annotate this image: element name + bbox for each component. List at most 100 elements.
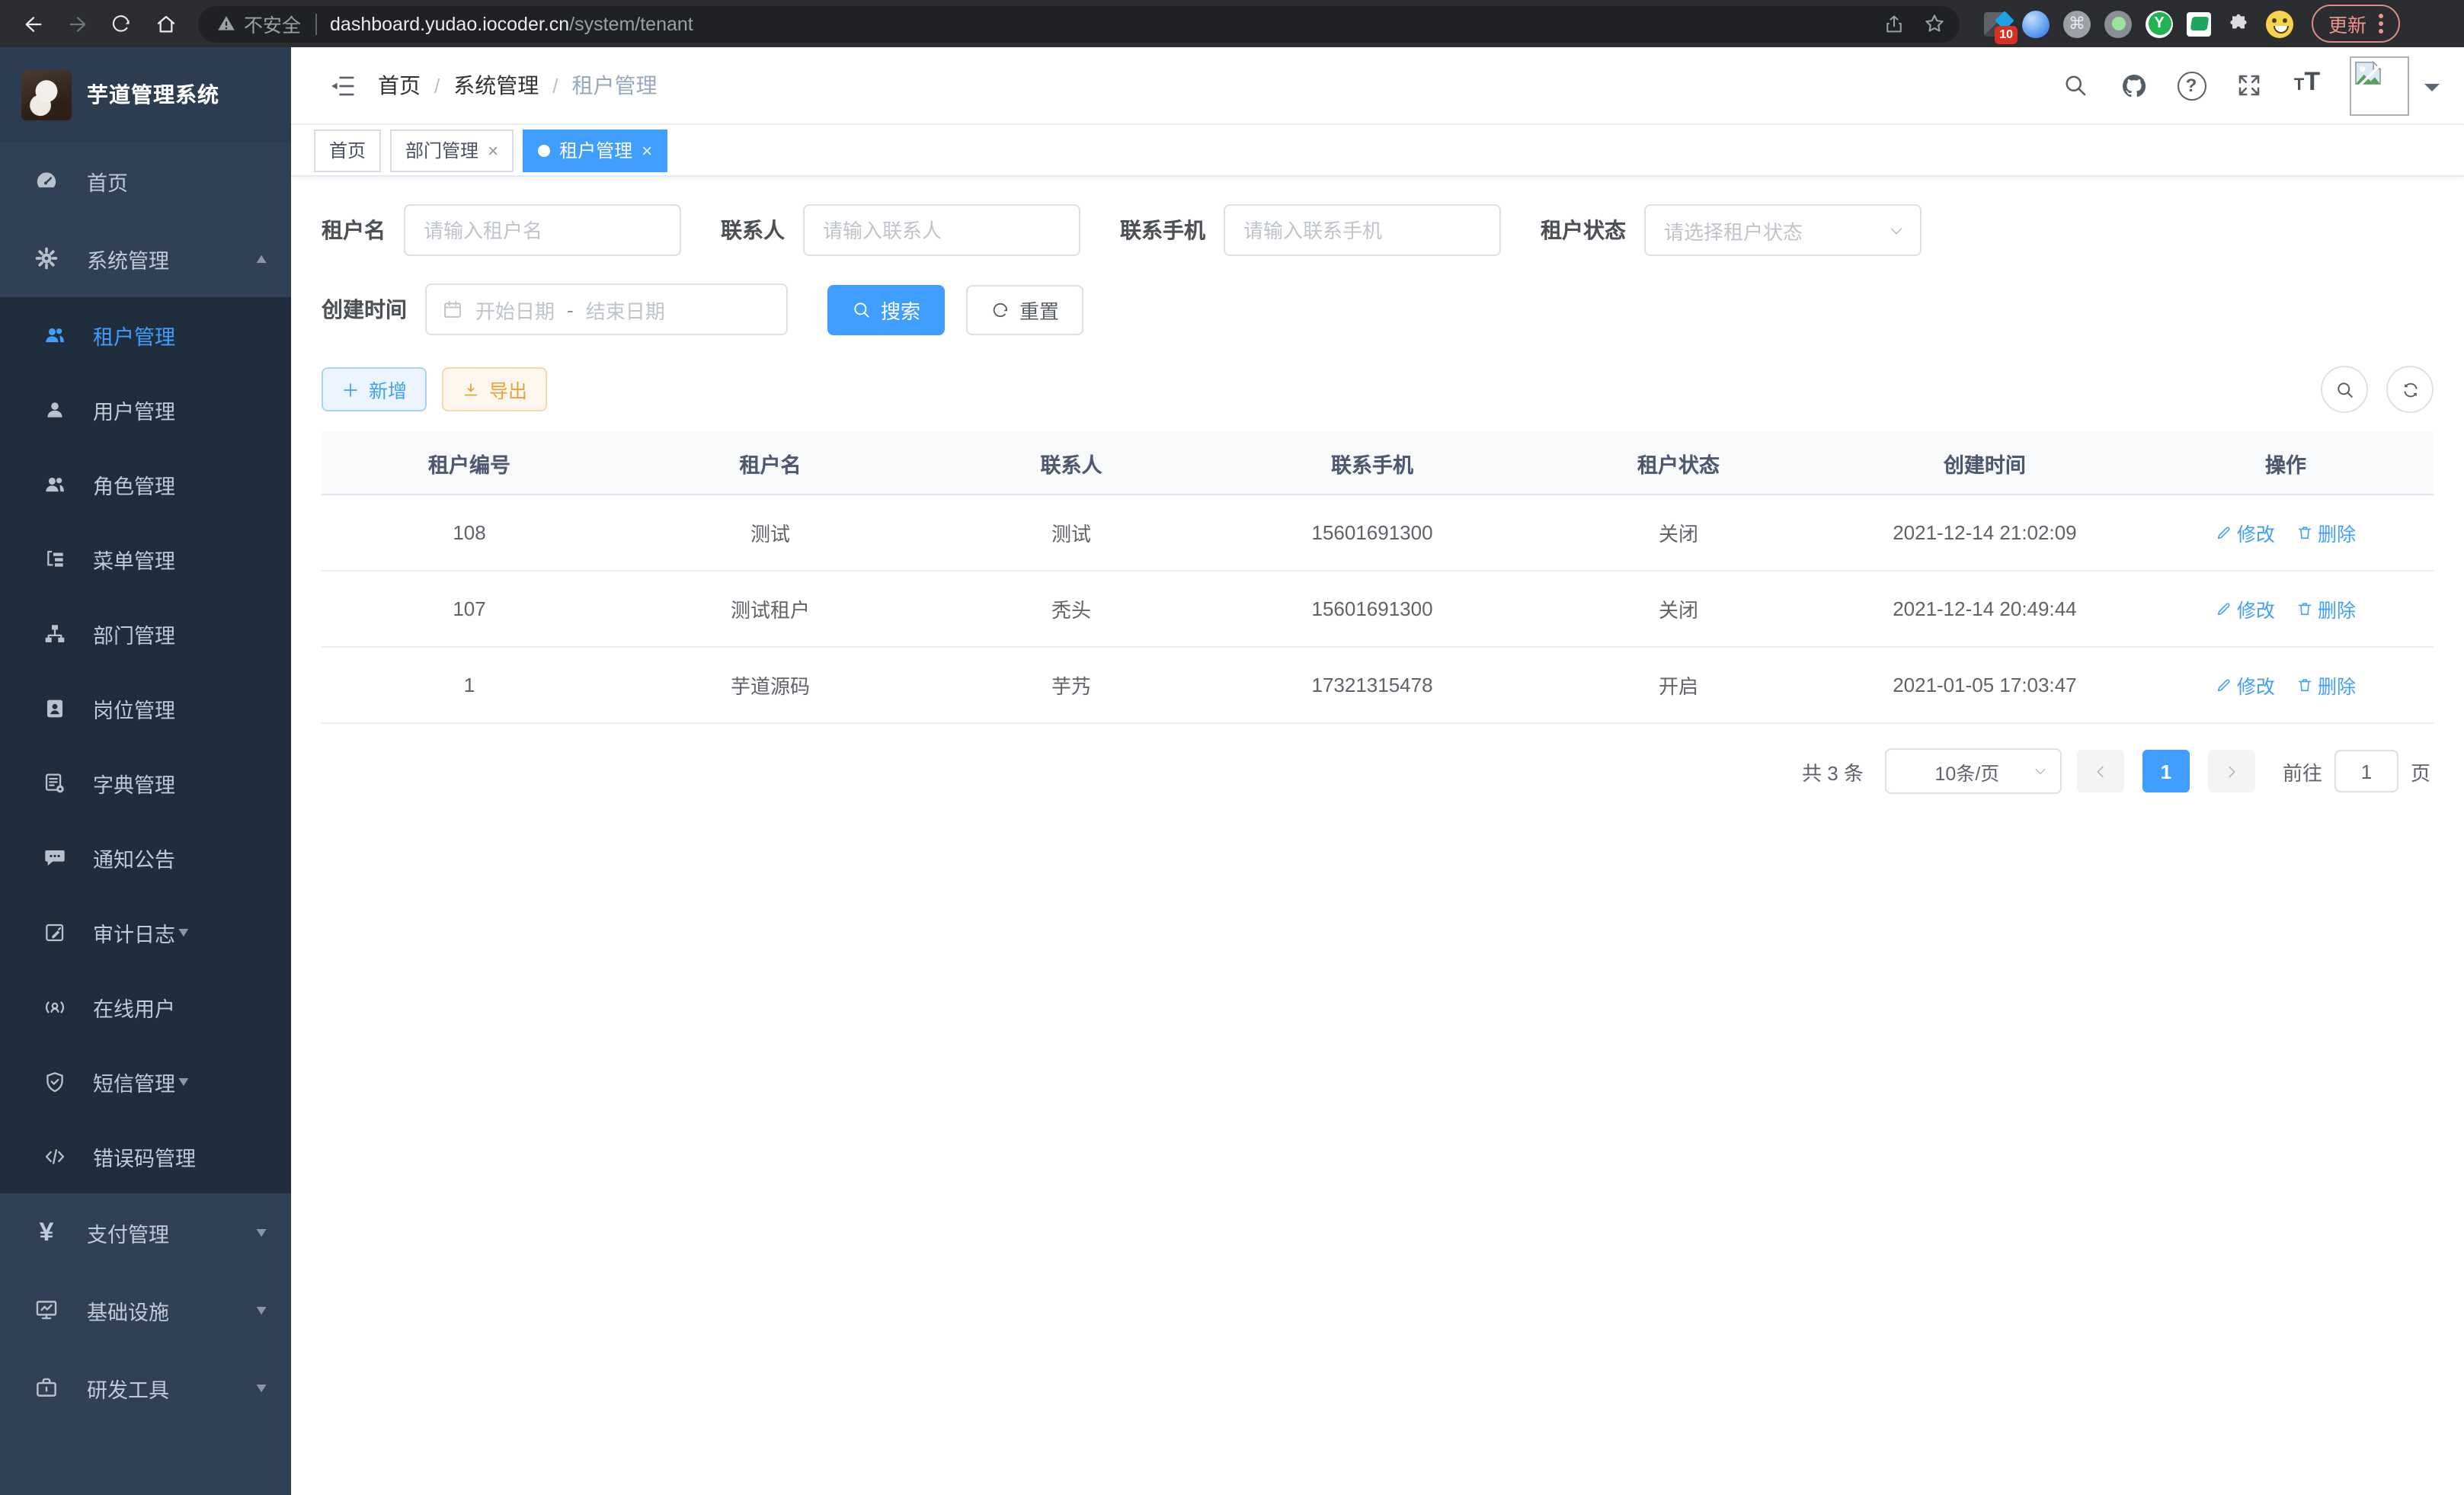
delete-link[interactable]: 删除 [2296,671,2356,699]
extension-chat-icon[interactable] [2187,11,2211,36]
sidebar-item-role[interactable]: 角色管理 [0,447,291,521]
sidebar-item-audit[interactable]: 审计日志 ▼ [0,895,291,969]
breadcrumb-home[interactable]: 首页 [378,70,421,101]
sidebar-fold-icon[interactable] [328,71,357,100]
status-select[interactable]: 请选择租户状态 [1644,204,1922,256]
tree-list-icon [43,546,67,571]
tab-tenant[interactable]: 租户管理 × [523,129,667,171]
download-icon [462,380,480,399]
sidebar-item-label: 岗位管理 [93,693,175,723]
sidebar-item-tenant[interactable]: 租户管理 [0,297,291,372]
breadcrumb-system[interactable]: 系统管理 [453,70,539,101]
sidebar-item-devtools[interactable]: 研发工具 ▼ [0,1349,291,1426]
extensions-puzzle-icon[interactable] [2225,10,2252,37]
system-submenu: 租户管理 用户管理 角色管理 菜单管理 [0,297,291,1193]
sidebar-item-label: 菜单管理 [93,543,175,574]
page-size-value: 10条/页 [1902,757,2033,786]
page-number-button[interactable]: 1 [2142,750,2190,792]
gear-icon [34,245,59,271]
sidebar-item-label: 审计日志 [93,917,175,947]
help-icon[interactable]: ? [2173,67,2210,104]
browser-update-button[interactable]: 更新 [2312,5,2400,43]
extension-command-icon[interactable]: ⌘ [2063,10,2091,37]
reload-icon[interactable] [101,5,142,43]
sidebar-item-sms[interactable]: 短信管理 ▼ [0,1044,291,1119]
github-icon[interactable] [2115,67,2152,104]
tab-dept[interactable]: 部门管理 × [390,129,514,171]
edit-icon [2216,600,2232,617]
fullscreen-icon[interactable] [2231,67,2267,104]
tab-home[interactable]: 首页 [314,129,381,171]
sidebar-item-label: 支付管理 [87,1217,253,1247]
tab-label: 部门管理 [405,137,478,163]
app-logo-row[interactable]: 芋道管理系统 [0,47,291,142]
sidebar-item-notice[interactable]: 通知公告 [0,820,291,895]
next-page-button[interactable] [2208,750,2255,792]
divider [315,13,316,34]
add-button[interactable]: 新增 [322,367,427,411]
search-button[interactable]: 搜索 [827,284,945,335]
extension-balloon-icon[interactable] [2022,10,2050,37]
extension-recorder-icon[interactable] [2104,10,2132,37]
cell-actions: 修改删除 [2138,495,2434,571]
reset-button[interactable]: 重置 [966,284,1083,335]
col-phone: 联系手机 [1219,431,1525,495]
edit-link[interactable]: 修改 [2216,671,2275,699]
sidebar-item-menu[interactable]: 菜单管理 [0,521,291,596]
font-size-icon[interactable]: TT [2289,67,2325,104]
close-icon[interactable]: × [488,139,498,161]
delete-link[interactable]: 删除 [2296,518,2356,547]
toggle-search-icon[interactable] [2321,366,2368,413]
bookmark-star-icon[interactable] [1914,7,1954,40]
export-button[interactable]: 导出 [442,367,547,411]
phone-input[interactable] [1224,204,1501,256]
trash-icon [2296,524,2313,541]
cell-contact: 测试 [923,495,1219,571]
app-logo [21,69,72,120]
sidebar-item-post[interactable]: 岗位管理 [0,671,291,745]
goto-page-input[interactable] [2334,750,2398,792]
sidebar-item-home[interactable]: 首页 [0,142,291,219]
extension-emoji-icon[interactable] [2266,10,2293,37]
url-bar[interactable]: 不安全 dashboard.yudao.iocoder.cn/system/te… [198,5,1960,42]
prev-page-button[interactable] [2077,750,2124,792]
tenant-name-input[interactable] [404,204,681,256]
home-icon[interactable] [145,5,186,43]
sidebar-item-label: 研发工具 [87,1372,253,1403]
share-icon[interactable] [1874,7,1914,40]
url-text[interactable]: dashboard.yudao.iocoder.cn/system/tenant [330,13,693,34]
cell-status: 关闭 [1525,571,1832,647]
edit-link[interactable]: 修改 [2216,594,2275,623]
edit-link[interactable]: 修改 [2216,518,2275,547]
browser-menu-icon[interactable] [2379,14,2383,34]
header-search-icon[interactable] [2057,67,2094,104]
code-icon [43,1144,67,1168]
col-actions: 操作 [2138,431,2434,495]
sidebar-item-online[interactable]: 在线用户 [0,969,291,1044]
sidebar-item-dept[interactable]: 部门管理 [0,596,291,671]
monitor-icon [34,1297,59,1323]
forward-icon[interactable] [56,5,98,43]
sidebar-item-label: 字典管理 [93,767,175,798]
sidebar-item-system[interactable]: 系统管理 ▲ [0,219,291,297]
extension-y-icon[interactable]: Y [2146,10,2173,37]
calendar-icon [442,299,463,320]
date-range-picker[interactable]: 开始日期 - 结束日期 [425,283,788,335]
active-dot [538,144,550,156]
page-size-select[interactable]: 10条/页 [1885,748,2062,794]
sidebar-item-user[interactable]: 用户管理 [0,372,291,447]
contact-input[interactable] [803,204,1080,256]
shield-check-icon [43,1069,67,1093]
delete-link[interactable]: 删除 [2296,594,2356,623]
back-icon[interactable] [12,5,53,43]
sidebar-item-pay[interactable]: ¥ 支付管理 ▼ [0,1193,291,1271]
security-status[interactable]: 不安全 [216,9,301,38]
close-icon[interactable]: × [642,139,652,161]
sidebar-item-infra[interactable]: 基础设施 ▼ [0,1271,291,1349]
refresh-table-icon[interactable] [2386,366,2434,413]
avatar[interactable] [2350,56,2409,115]
user-menu-caret-icon[interactable] [2424,84,2440,99]
extension-tiles-icon[interactable]: 10 [1984,11,2008,36]
sidebar-item-errcode[interactable]: 错误码管理 [0,1119,291,1193]
sidebar-item-dict[interactable]: 字典管理 [0,745,291,820]
